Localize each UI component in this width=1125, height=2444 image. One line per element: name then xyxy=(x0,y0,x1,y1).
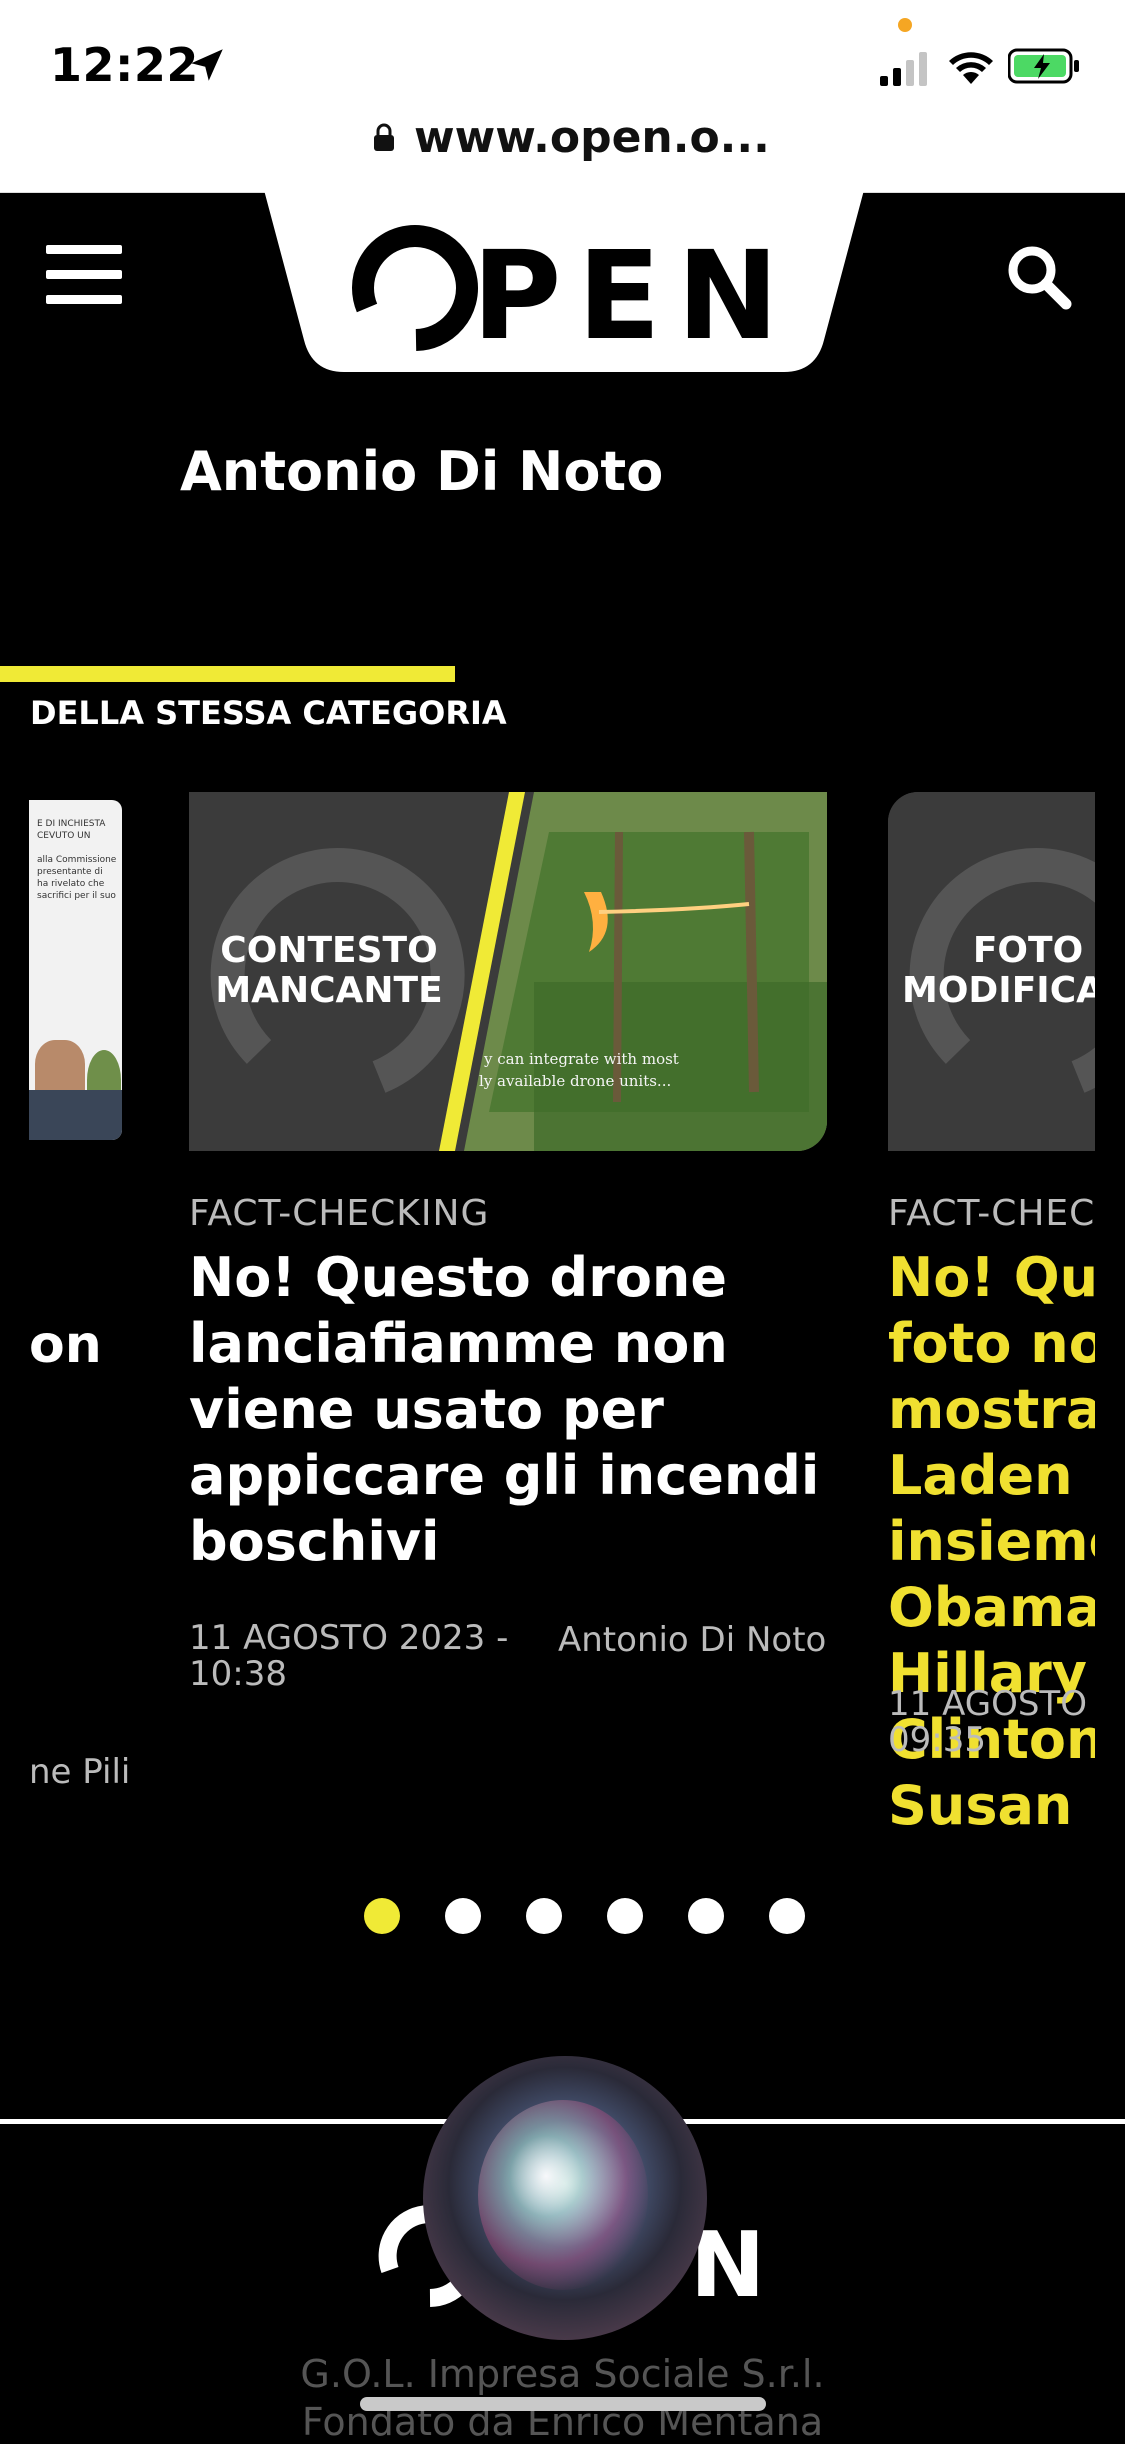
home-indicator[interactable] xyxy=(360,2397,766,2411)
pagination-dot[interactable] xyxy=(688,1898,724,1934)
pagination-dot[interactable] xyxy=(445,1898,481,1934)
right-card-date: 11 AGOSTO 2023 - 09:35 xyxy=(888,1684,1095,1760)
thumbnail-badge-line: MODIFICATA xyxy=(902,970,1095,1011)
pagination-dot[interactable] xyxy=(607,1898,643,1934)
footer-company: G.O.L. Impresa Sociale S.r.l. xyxy=(300,2352,825,2396)
right-card-thumbnail[interactable]: FOTO MODIFICATA xyxy=(888,792,1095,1151)
pagination-dot[interactable] xyxy=(769,1898,805,1934)
thumbnail-badge-line: FOTO xyxy=(973,930,1083,971)
pagination-dot[interactable] xyxy=(526,1898,562,1934)
siri-glow xyxy=(478,2100,648,2290)
pagination-dot[interactable] xyxy=(364,1898,400,1934)
carousel-pagination xyxy=(364,1898,814,1934)
right-card-category[interactable]: FACT-CHECKING xyxy=(888,1193,1095,1234)
